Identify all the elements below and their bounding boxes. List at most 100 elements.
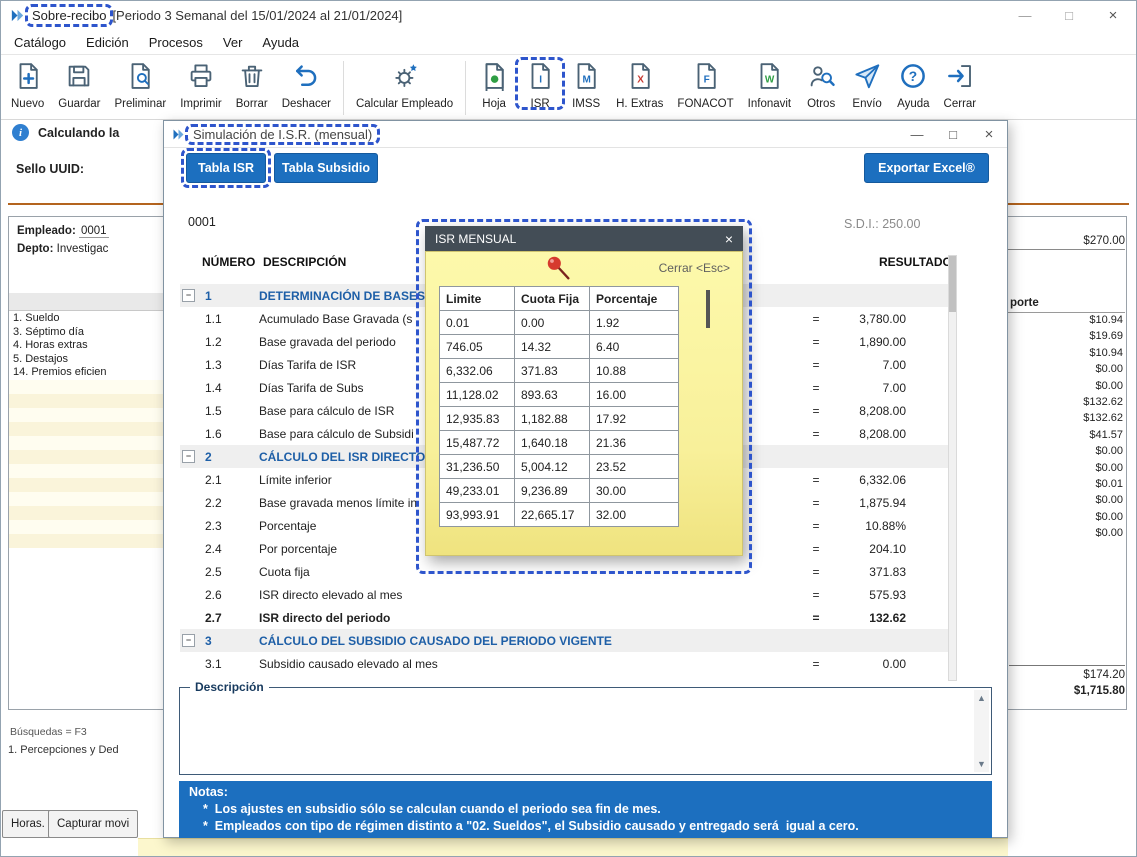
toolbar-button-fonacot[interactable]: F FONACOT: [670, 61, 740, 110]
concept-row[interactable]: 14. Premios eficien: [13, 366, 163, 380]
equals-sign: =: [804, 427, 828, 441]
horas-button[interactable]: Horas.: [2, 810, 54, 838]
isr-row[interactable]: − 2.7 ISR directo del periodo = 132.62: [180, 606, 956, 629]
row-number: 2.1: [205, 473, 259, 487]
row-number: 1.2: [205, 335, 259, 349]
toolbar-button-preliminar[interactable]: Preliminar: [107, 61, 173, 110]
toolbar-button-infonavit[interactable]: W Infonavit: [741, 61, 798, 110]
exit-icon: [945, 61, 975, 91]
menu-item[interactable]: Ayuda: [252, 35, 309, 50]
isr-row[interactable]: − 2.5 Cuota fija = 371.83: [180, 560, 956, 583]
sim-title-wrap: Simulación de I.S.R. (mensual): [193, 127, 372, 142]
collapse-icon[interactable]: −: [182, 634, 195, 647]
toolbar-button-nuevo[interactable]: Nuevo: [4, 61, 51, 110]
row-result: 204.10: [828, 542, 906, 556]
concept-row[interactable]: 4. Horas extras: [13, 339, 163, 353]
row-number: 2.6: [205, 588, 259, 602]
window-controls: — □ ×: [1003, 0, 1135, 30]
row-number: 3.1: [205, 657, 259, 671]
exportar-excel-button[interactable]: Exportar Excel®: [864, 153, 989, 183]
toolbar-button-envio[interactable]: Envío: [844, 61, 890, 110]
tab-percepciones[interactable]: 1. Percepciones y Ded: [8, 744, 119, 756]
toolbar-button-calcular-empleado[interactable]: Calcular Empleado: [349, 61, 460, 110]
row-number: 1.6: [205, 427, 259, 441]
delete-icon: [237, 61, 267, 91]
tabla-subsidio-button[interactable]: Tabla Subsidio: [274, 153, 378, 183]
sim-titlebar: Simulación de I.S.R. (mensual) — □ ×: [164, 121, 1007, 148]
toolbar-button-borrar[interactable]: Borrar: [229, 61, 275, 110]
tabla-isr-button[interactable]: Tabla ISR: [186, 153, 266, 183]
collapse-icon[interactable]: −: [182, 289, 195, 302]
scroll-up-icon[interactable]: ▲: [977, 693, 986, 703]
menu-item[interactable]: Ver: [213, 35, 253, 50]
maximize-icon[interactable]: □: [935, 122, 971, 147]
isr-row[interactable]: − 2.6 ISR directo elevado al mes = 575.9…: [180, 583, 956, 606]
table-scrollbar[interactable]: [948, 255, 957, 681]
app-icon: [9, 7, 26, 24]
tariff-row: 0.01 0.00 1.92: [440, 311, 679, 335]
toolbar-button-ayuda[interactable]: ? Ayuda: [890, 61, 936, 110]
menu-item[interactable]: Catálogo: [4, 35, 76, 50]
toolbar-button-h-extras[interactable]: X H. Extras: [609, 61, 670, 110]
row-result: 132.62: [828, 611, 906, 625]
row-number: 2.5: [205, 565, 259, 579]
collapse-icon[interactable]: −: [182, 450, 195, 463]
minimize-icon[interactable]: —: [899, 122, 935, 147]
toolbar-button-imss[interactable]: M IMSS: [563, 61, 609, 110]
tariff-scrollbar-thumb[interactable]: [706, 290, 710, 328]
toolbar-button-hoja[interactable]: Hoja: [471, 61, 517, 110]
new-document-icon: [13, 61, 43, 91]
row-result: 6,332.06: [828, 473, 906, 487]
amount-cell: $132.62: [1007, 396, 1125, 412]
toolbar-button-otros[interactable]: Otros: [798, 61, 844, 110]
toolbar-button-imprimir[interactable]: Imprimir: [173, 61, 229, 110]
popup-title: ISR MENSUAL: [435, 232, 516, 246]
nota-line: * Los ajustes en subsidio sólo se calcul…: [203, 802, 982, 816]
amount-cell: $0.00: [1007, 363, 1125, 379]
col-cuota-fija: Cuota Fija: [515, 287, 590, 311]
maximize-icon[interactable]: □: [1047, 0, 1091, 30]
empleado-value[interactable]: 0001: [79, 225, 109, 238]
toolbar-button-isr[interactable]: I ISR: [517, 61, 563, 110]
row-description: Cuota fija: [259, 565, 804, 579]
amount-cell: $0.00: [1007, 445, 1125, 461]
equals-sign: =: [804, 611, 828, 625]
toolbar-separator: [465, 61, 466, 115]
minimize-icon[interactable]: —: [1003, 0, 1047, 30]
amount-cell: $10.94: [1007, 314, 1125, 330]
top-amount-field: $270.00: [1007, 235, 1125, 250]
toolbar-button-guardar[interactable]: Guardar: [51, 61, 107, 110]
concept-row[interactable]: 3. Séptimo día: [13, 326, 163, 340]
concept-row[interactable]: 5. Destajos: [13, 353, 163, 367]
toolbar-button-deshacer[interactable]: Deshacer: [275, 61, 338, 110]
menu-bar: CatálogoEdiciónProcesosVerAyuda: [4, 30, 309, 54]
row-result: 0.00: [828, 657, 906, 671]
notas-panel: Notas: * Los ajustes en subsidio sólo se…: [179, 781, 992, 838]
cerrar-esc-link[interactable]: Cerrar <Esc>: [659, 261, 730, 275]
concept-row[interactable]: 1. Sueldo: [13, 312, 163, 326]
equals-sign: =: [804, 519, 828, 533]
busquedas-hint: Búsquedas = F3: [10, 726, 87, 738]
isr-row[interactable]: − 3 CÁLCULO DEL SUBSIDIO CAUSADO DEL PER…: [180, 629, 956, 652]
close-icon[interactable]: ×: [971, 122, 1007, 147]
sdi-field: S.D.I.: 250.00: [844, 217, 920, 231]
capturar-button[interactable]: Capturar movi: [48, 810, 138, 838]
amount-cell: $10.94: [1007, 347, 1125, 363]
scroll-down-icon[interactable]: ▼: [977, 759, 986, 769]
close-icon[interactable]: ×: [725, 231, 733, 247]
notas-title: Notas:: [189, 785, 982, 799]
employee-number: 0001: [188, 215, 216, 229]
scrollbar-thumb[interactable]: [949, 256, 956, 312]
row-number: 2.7: [205, 611, 259, 625]
menu-item[interactable]: Procesos: [139, 35, 213, 50]
svg-text:M: M: [583, 74, 591, 85]
descripcion-scrollbar[interactable]: ▲ ▼: [974, 690, 989, 772]
toolbar-button-cerrar[interactable]: Cerrar: [937, 61, 984, 110]
isr-row[interactable]: − 3.1 Subsidio causado elevado al mes = …: [180, 652, 956, 675]
close-icon[interactable]: ×: [1091, 0, 1135, 30]
grid-header-band: [9, 293, 163, 311]
concept-list: 1. Sueldo3. Séptimo día4. Horas extras5.…: [13, 312, 163, 380]
search-person-icon: [806, 61, 836, 91]
menu-item[interactable]: Edición: [76, 35, 139, 50]
equals-sign: =: [804, 335, 828, 349]
